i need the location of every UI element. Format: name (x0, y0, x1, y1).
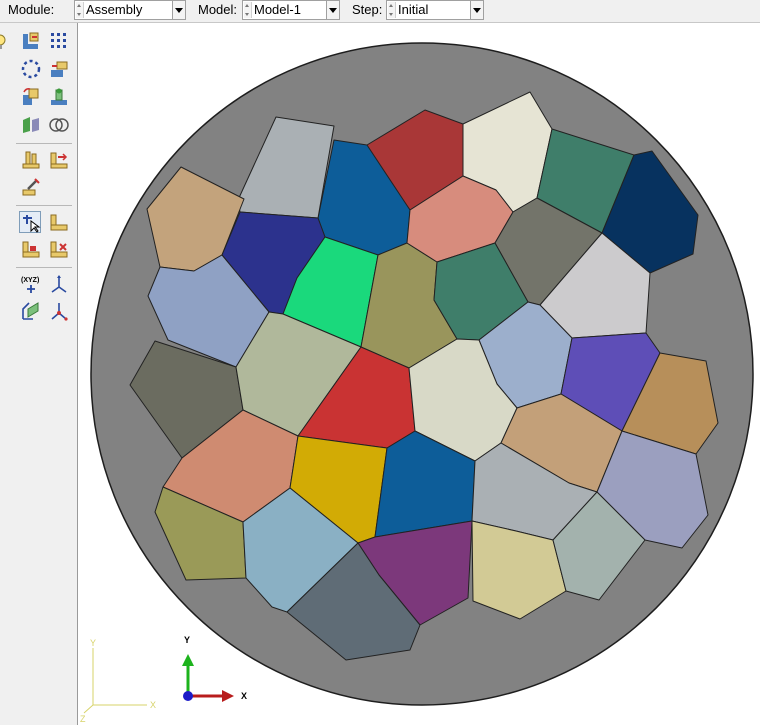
toolbox-separator (16, 205, 72, 206)
translate-to-icon[interactable] (48, 86, 70, 108)
datum-csys-icon[interactable] (48, 238, 70, 260)
step-value: Initial (398, 2, 429, 17)
create-instance-icon[interactable] (20, 30, 42, 52)
view-triad-y-label: Y (184, 635, 190, 645)
spin-icon (244, 2, 252, 18)
datum-axis-icon[interactable] (48, 273, 70, 295)
world-triad-z-label: Z (80, 714, 86, 724)
svg-text:(XYZ): (XYZ) (21, 277, 39, 284)
viewport[interactable]: Y X Z Y X (78, 23, 760, 725)
radial-pattern-icon[interactable] (20, 58, 42, 80)
datum-point-icon[interactable] (20, 238, 42, 260)
csys-icon[interactable] (48, 300, 70, 322)
spin-icon (388, 2, 396, 18)
model-label: Model: (198, 2, 238, 17)
model-combobox[interactable]: Model-1 (242, 0, 340, 20)
step-label: Step: (352, 2, 383, 17)
coincident-point-icon[interactable] (20, 176, 42, 198)
toolbox: (XYZ) (0, 23, 78, 725)
polycrystal-disk (90, 42, 754, 706)
toolbox-separator (16, 267, 72, 268)
model-value: Model-1 (254, 2, 301, 17)
context-bar: Module: Assembly Model: Model-1 Step: In… (0, 0, 760, 23)
constraint-icon[interactable] (48, 211, 70, 233)
query-icon[interactable] (19, 211, 41, 233)
translate-instance-icon[interactable] (48, 58, 70, 80)
world-triad: Y X Z (80, 638, 156, 724)
linear-pattern-icon[interactable] (48, 30, 70, 52)
rotate-instance-icon[interactable] (20, 86, 42, 108)
hint-icon[interactable] (0, 31, 10, 53)
merge-cut-icon[interactable] (20, 114, 42, 136)
step-combobox[interactable]: Initial (386, 0, 484, 20)
world-triad-y-label: Y (90, 638, 96, 648)
module-combobox[interactable]: Assembly (74, 0, 186, 20)
edge-to-edge-icon[interactable] (48, 149, 70, 171)
dropdown-arrow-icon[interactable] (326, 1, 339, 19)
module-label: Module: (8, 2, 55, 17)
datum-plane-icon[interactable] (20, 300, 42, 322)
merge-instances-icon[interactable] (48, 114, 70, 136)
dropdown-arrow-icon[interactable] (470, 1, 483, 19)
spin-icon (76, 2, 84, 18)
module-value: Assembly (86, 2, 143, 17)
dropdown-arrow-icon[interactable] (172, 1, 185, 19)
world-triad-x-label: X (150, 700, 156, 710)
coordinate-xyz-icon[interactable]: (XYZ) (20, 273, 42, 295)
toolbox-separator (16, 143, 72, 144)
parallel-face-icon[interactable] (20, 149, 42, 171)
view-triad-x-label: X (241, 691, 247, 701)
